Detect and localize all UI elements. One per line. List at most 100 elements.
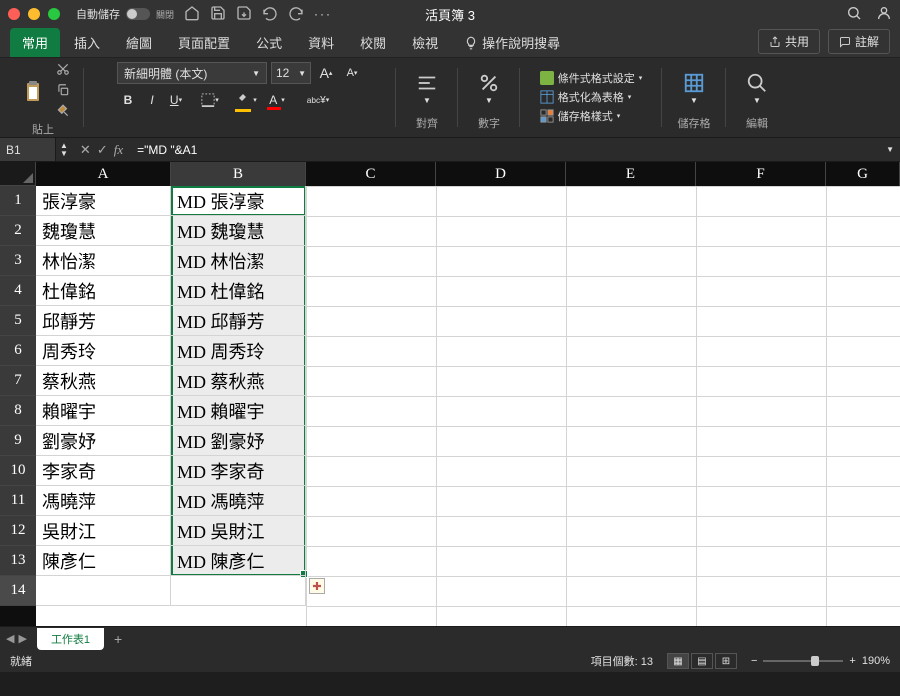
close-window[interactable] [8, 8, 20, 20]
underline-button[interactable]: U ▾ [165, 90, 187, 110]
cell[interactable]: 邱靜芳 [36, 306, 171, 336]
accept-formula-icon[interactable]: ✓ [97, 142, 108, 158]
zoom-out-icon[interactable]: − [751, 655, 757, 667]
undo-icon[interactable] [262, 5, 278, 24]
cell[interactable]: 周秀玲 [36, 336, 171, 366]
col-header-B[interactable]: B [171, 162, 306, 186]
tab-review[interactable]: 校閱 [348, 28, 398, 57]
col-header-C[interactable]: C [306, 162, 436, 186]
cell-styles-button[interactable]: 儲存格樣式▾ [540, 108, 643, 124]
name-box-dropdown[interactable]: ▲▼ [56, 142, 72, 158]
row-header[interactable]: 12 [0, 516, 36, 546]
col-header-A[interactable]: A [36, 162, 171, 186]
row-header[interactable]: 1 [0, 186, 36, 216]
cells-button[interactable]: ▼ [672, 72, 716, 105]
page-break-view-icon[interactable]: ⊞ [715, 653, 737, 669]
conditional-formatting-button[interactable]: 條件式格式設定▾ [540, 70, 643, 86]
zoom-in-icon[interactable]: + [849, 655, 855, 667]
cell[interactable]: MD 邱靜芳 [171, 306, 306, 336]
decrease-font-icon[interactable]: A▾ [341, 63, 363, 83]
autosave-toggle[interactable]: 自動儲存 關閉 [76, 6, 174, 22]
col-header-F[interactable]: F [696, 162, 826, 186]
cell[interactable]: 劉豪妤 [36, 426, 171, 456]
paste-button[interactable] [16, 78, 50, 106]
row-header[interactable]: 14 [0, 576, 36, 606]
row-header[interactable]: 9 [0, 426, 36, 456]
expand-formula-bar-icon[interactable]: ▼ [880, 145, 900, 154]
cells-area[interactable]: ✚ 張淳豪MD 張淳豪魏瓊慧MD 魏瓊慧林怡潔MD 林怡潔杜偉銘MD 杜偉銘邱靜… [36, 186, 900, 626]
comments-button[interactable]: 註解 [828, 29, 890, 54]
cell[interactable]: 張淳豪 [36, 186, 171, 216]
col-header-E[interactable]: E [566, 162, 696, 186]
editing-button[interactable]: ▼ [735, 72, 779, 105]
more-icon[interactable]: ··· [314, 7, 332, 21]
cut-icon[interactable] [56, 62, 70, 79]
redo-icon[interactable] [288, 5, 304, 24]
cell[interactable]: 吳財江 [36, 516, 171, 546]
cell[interactable]: 魏瓊慧 [36, 216, 171, 246]
insert-function-icon[interactable]: fx [114, 142, 123, 158]
cell[interactable]: MD 蔡秋燕 [171, 366, 306, 396]
tab-home[interactable]: 常用 [10, 28, 60, 57]
name-box[interactable]: B1 [0, 138, 56, 161]
cell[interactable]: MD 林怡潔 [171, 246, 306, 276]
font-size-select[interactable]: 12 ▼ [271, 62, 311, 84]
row-header[interactable]: 2 [0, 216, 36, 246]
cell[interactable]: 馮曉萍 [36, 486, 171, 516]
increase-font-icon[interactable]: A▴ [315, 63, 337, 83]
cell[interactable]: 陳彥仁 [36, 546, 171, 576]
cell[interactable]: MD 馮曉萍 [171, 486, 306, 516]
maximize-window[interactable] [48, 8, 60, 20]
cell[interactable]: MD 劉豪妤 [171, 426, 306, 456]
account-icon[interactable] [876, 5, 892, 24]
bold-button[interactable]: B [117, 90, 139, 110]
cell[interactable]: MD 張淳豪 [171, 186, 306, 216]
col-header-D[interactable]: D [436, 162, 566, 186]
borders-button[interactable]: ▾ [199, 90, 221, 110]
cell[interactable]: 杜偉銘 [36, 276, 171, 306]
cell[interactable]: 李家奇 [36, 456, 171, 486]
page-layout-view-icon[interactable]: ▤ [691, 653, 713, 669]
select-all-corner[interactable] [0, 162, 36, 186]
switch-icon[interactable] [126, 8, 150, 20]
normal-view-icon[interactable]: ▦ [667, 653, 689, 669]
save-as-icon[interactable] [236, 5, 252, 24]
zoom-slider[interactable] [763, 660, 843, 662]
row-header[interactable]: 8 [0, 396, 36, 426]
formula-input[interactable]: ="MD "&A1 [131, 143, 880, 157]
font-name-select[interactable]: 新細明體 (本文) ▼ [117, 62, 267, 84]
row-header[interactable]: 11 [0, 486, 36, 516]
tab-draw[interactable]: 繪圖 [114, 28, 164, 57]
tab-data[interactable]: 資料 [296, 28, 346, 57]
cell[interactable]: MD 陳彥仁 [171, 546, 306, 576]
cell[interactable]: MD 李家奇 [171, 456, 306, 486]
alignment-button[interactable]: ▼ [405, 72, 449, 105]
sheet-nav-prev-icon[interactable]: ◀ [6, 632, 14, 645]
sheet-tab[interactable]: 工作表1 [37, 628, 104, 650]
cell[interactable]: 林怡潔 [36, 246, 171, 276]
row-header[interactable]: 4 [0, 276, 36, 306]
home-icon[interactable] [184, 5, 200, 24]
cell[interactable]: MD 賴曜宇 [171, 396, 306, 426]
cell[interactable]: MD 魏瓊慧 [171, 216, 306, 246]
format-as-table-button[interactable]: 格式化為表格▾ [540, 89, 643, 105]
save-icon[interactable] [210, 5, 226, 24]
share-button[interactable]: 共用 [758, 29, 820, 54]
copy-icon[interactable] [56, 83, 70, 100]
row-header[interactable]: 10 [0, 456, 36, 486]
autofill-options-icon[interactable]: ✚ [309, 578, 325, 594]
cell[interactable] [36, 576, 171, 606]
row-header[interactable]: 6 [0, 336, 36, 366]
tab-insert[interactable]: 插入 [62, 28, 112, 57]
row-header[interactable]: 7 [0, 366, 36, 396]
cancel-formula-icon[interactable]: ✕ [80, 142, 91, 158]
cell[interactable]: MD 杜偉銘 [171, 276, 306, 306]
minimize-window[interactable] [28, 8, 40, 20]
cell[interactable] [171, 576, 306, 606]
tab-view[interactable]: 檢視 [400, 28, 450, 57]
format-painter-icon[interactable] [56, 104, 70, 121]
cell[interactable]: 蔡秋燕 [36, 366, 171, 396]
sheet-nav-next-icon[interactable]: ▶ [18, 632, 26, 645]
row-header[interactable]: 13 [0, 546, 36, 576]
cell[interactable]: MD 周秀玲 [171, 336, 306, 366]
